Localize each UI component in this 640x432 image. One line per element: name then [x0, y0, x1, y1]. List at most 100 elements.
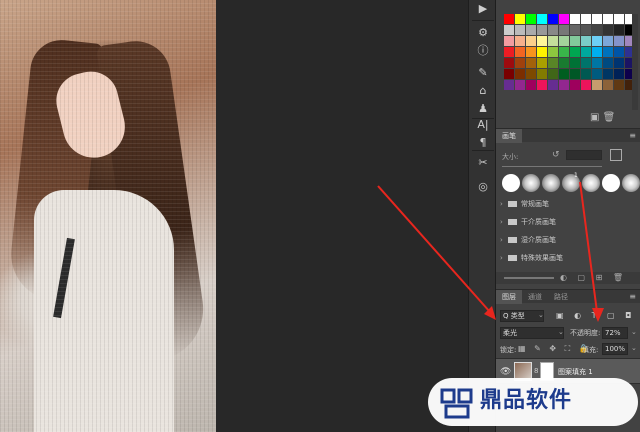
clone-source-icon[interactable]: ⌂ — [473, 82, 493, 100]
brush-size-input[interactable] — [566, 150, 602, 160]
brush-preset[interactable] — [502, 174, 520, 192]
chevron-down-icon[interactable]: ⌄ — [631, 328, 637, 336]
swatch[interactable] — [537, 80, 547, 90]
swatch[interactable] — [537, 36, 547, 46]
layer-filter-icons[interactable]: ▣ ◐ T ▢ ◘ — [556, 310, 635, 322]
swatch[interactable] — [548, 25, 558, 35]
swatch[interactable] — [548, 69, 558, 79]
brush-size-slider[interactable] — [502, 166, 602, 167]
brush-preset[interactable] — [542, 174, 560, 192]
swatch[interactable] — [504, 25, 514, 35]
swatch[interactable] — [526, 80, 536, 90]
swatch[interactable] — [614, 25, 624, 35]
brush-preset[interactable] — [622, 174, 640, 192]
swatch[interactable] — [537, 14, 547, 24]
swatch[interactable] — [603, 14, 613, 24]
swatch[interactable] — [592, 25, 602, 35]
swatch[interactable] — [559, 69, 569, 79]
swatch[interactable] — [581, 36, 591, 46]
swatch[interactable] — [614, 69, 624, 79]
new-brush-icon[interactable] — [610, 149, 622, 161]
swatch[interactable] — [570, 14, 580, 24]
swatch[interactable] — [603, 58, 613, 68]
swatch[interactable] — [570, 25, 580, 35]
swatch[interactable] — [559, 58, 569, 68]
swatch[interactable] — [537, 58, 547, 68]
layers-panel-menu-icon[interactable]: ≡ — [629, 290, 636, 304]
tool-scissors-icon[interactable]: ✂ — [473, 154, 493, 172]
swatch[interactable] — [515, 25, 525, 35]
swatch[interactable] — [526, 47, 536, 57]
swatch[interactable] — [614, 47, 624, 57]
swatch[interactable] — [515, 80, 525, 90]
chevron-right-icon[interactable]: › — [500, 251, 508, 265]
swatch[interactable] — [526, 58, 536, 68]
brush-preset[interactable] — [582, 174, 600, 192]
swatch[interactable] — [537, 69, 547, 79]
swatch[interactable] — [603, 69, 613, 79]
swatch[interactable] — [515, 69, 525, 79]
swatch[interactable] — [614, 58, 624, 68]
swatch[interactable] — [559, 25, 569, 35]
swatch[interactable] — [504, 80, 514, 90]
swatch[interactable] — [603, 25, 613, 35]
swatch[interactable] — [603, 36, 613, 46]
opacity-input[interactable]: 72% — [602, 327, 628, 339]
tab-brush[interactable]: 画笔 — [496, 129, 522, 143]
fill-input[interactable]: 100% — [602, 343, 628, 355]
swatches-footer-icons[interactable]: ▣ 🗑 — [590, 112, 615, 123]
swatch[interactable] — [592, 80, 602, 90]
swatch[interactable] — [526, 14, 536, 24]
info-icon[interactable]: ⓘ — [473, 42, 493, 60]
swatch[interactable] — [559, 36, 569, 46]
brush-reset-icon[interactable]: ↺ — [552, 150, 560, 160]
brush-folder-item[interactable]: › 常规画笔 — [500, 197, 628, 211]
swatch[interactable] — [581, 47, 591, 57]
brush-preset[interactable] — [522, 174, 540, 192]
swatch[interactable] — [504, 58, 514, 68]
tab-paths[interactable]: 路径 — [548, 290, 574, 304]
brush-icon[interactable]: ✎ — [473, 64, 493, 82]
blend-mode-select[interactable]: 柔光 — [500, 327, 564, 339]
chevron-right-icon[interactable]: › — [500, 215, 508, 229]
swatch[interactable] — [515, 47, 525, 57]
swatch[interactable] — [559, 14, 569, 24]
chevron-right-icon[interactable]: › — [500, 197, 508, 211]
tab-channels[interactable]: 通道 — [522, 290, 548, 304]
swatch[interactable] — [548, 36, 558, 46]
swatch[interactable] — [592, 58, 602, 68]
swatch[interactable] — [592, 47, 602, 57]
swatch[interactable] — [526, 36, 536, 46]
chevron-right-icon[interactable]: › — [500, 233, 508, 247]
swatch[interactable] — [603, 47, 613, 57]
swatch[interactable] — [504, 47, 514, 57]
swatch[interactable] — [537, 25, 547, 35]
play-icon[interactable]: ▶ — [473, 0, 493, 18]
swatch[interactable] — [504, 14, 514, 24]
swatch[interactable] — [548, 47, 558, 57]
brush-preview-slider[interactable] — [504, 277, 554, 279]
swatch[interactable] — [592, 14, 602, 24]
swatch[interactable] — [614, 36, 624, 46]
swatch[interactable] — [570, 47, 580, 57]
swatch[interactable] — [526, 25, 536, 35]
swatch[interactable] — [603, 80, 613, 90]
swatch[interactable] — [515, 14, 525, 24]
swatch[interactable] — [548, 58, 558, 68]
swatch[interactable] — [559, 80, 569, 90]
swatch[interactable] — [559, 47, 569, 57]
chevron-down-icon[interactable]: ⌄ — [631, 344, 637, 352]
brush-preset[interactable] — [602, 174, 620, 192]
swatch[interactable] — [526, 69, 536, 79]
swatch[interactable] — [581, 80, 591, 90]
history-icon[interactable]: ⚙ — [473, 24, 493, 42]
tab-layers[interactable]: 图层 — [496, 290, 522, 304]
character-icon[interactable]: A| — [473, 116, 493, 134]
swatch[interactable] — [614, 14, 624, 24]
lock-icons[interactable]: ▦ ✎ ✥ ⛶ 🔒 — [518, 343, 592, 355]
swatch[interactable] — [614, 80, 624, 90]
swatch[interactable] — [537, 47, 547, 57]
swatch[interactable] — [570, 80, 580, 90]
swatch[interactable] — [592, 36, 602, 46]
brush-folder-item[interactable]: › 干介质画笔 — [500, 215, 628, 229]
